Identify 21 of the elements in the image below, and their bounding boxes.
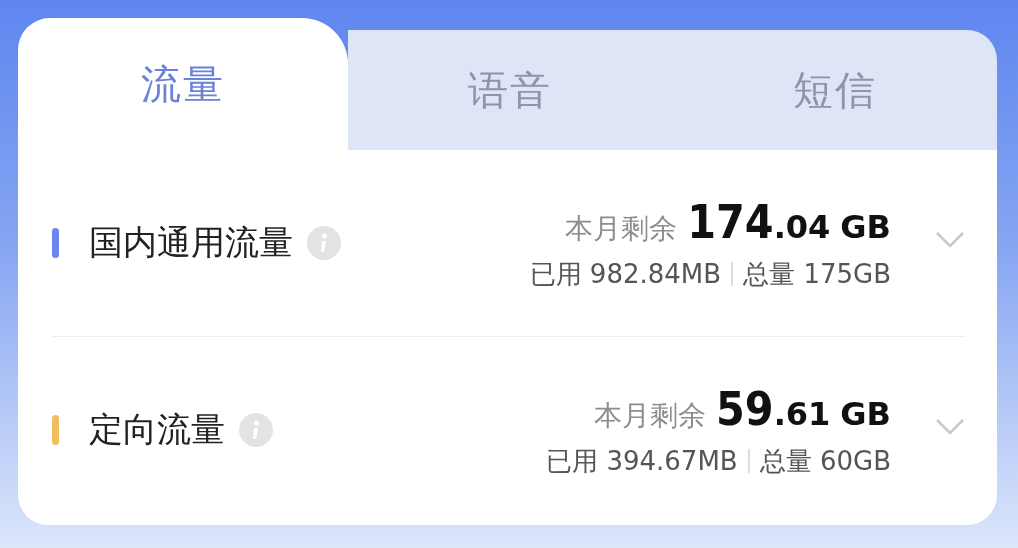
remaining-amount: 59 (716, 381, 774, 436)
used-amount: 已用 394.67MB (546, 444, 738, 478)
used-amount: 已用 982.84MB (529, 257, 722, 291)
tab[interactable]: 流量 (18, 18, 348, 150)
info-icon[interactable] (239, 413, 273, 447)
tab[interactable]: 短信 (672, 30, 997, 150)
remaining-decimal: .61 (773, 394, 831, 433)
total-amount: 总量 175GB (743, 257, 891, 291)
remaining-unit: GB (840, 394, 891, 433)
chevron-icon[interactable] (935, 231, 965, 249)
tab[interactable]: 语音 (348, 30, 673, 150)
remaining-label: 本月剩余 (565, 210, 678, 247)
remaining-label: 本月剩余 (594, 397, 707, 434)
package-name: 国内通用流量 (89, 221, 293, 264)
total-amount: 总量 60GB (759, 444, 891, 478)
remaining-unit: GB (840, 207, 891, 246)
package-name: 定向流量 (89, 408, 225, 451)
remaining-amount: 174 (687, 194, 774, 249)
chevron-icon[interactable] (935, 418, 965, 436)
info-icon[interactable] (307, 226, 341, 260)
remaining-decimal: .04 (773, 207, 831, 246)
